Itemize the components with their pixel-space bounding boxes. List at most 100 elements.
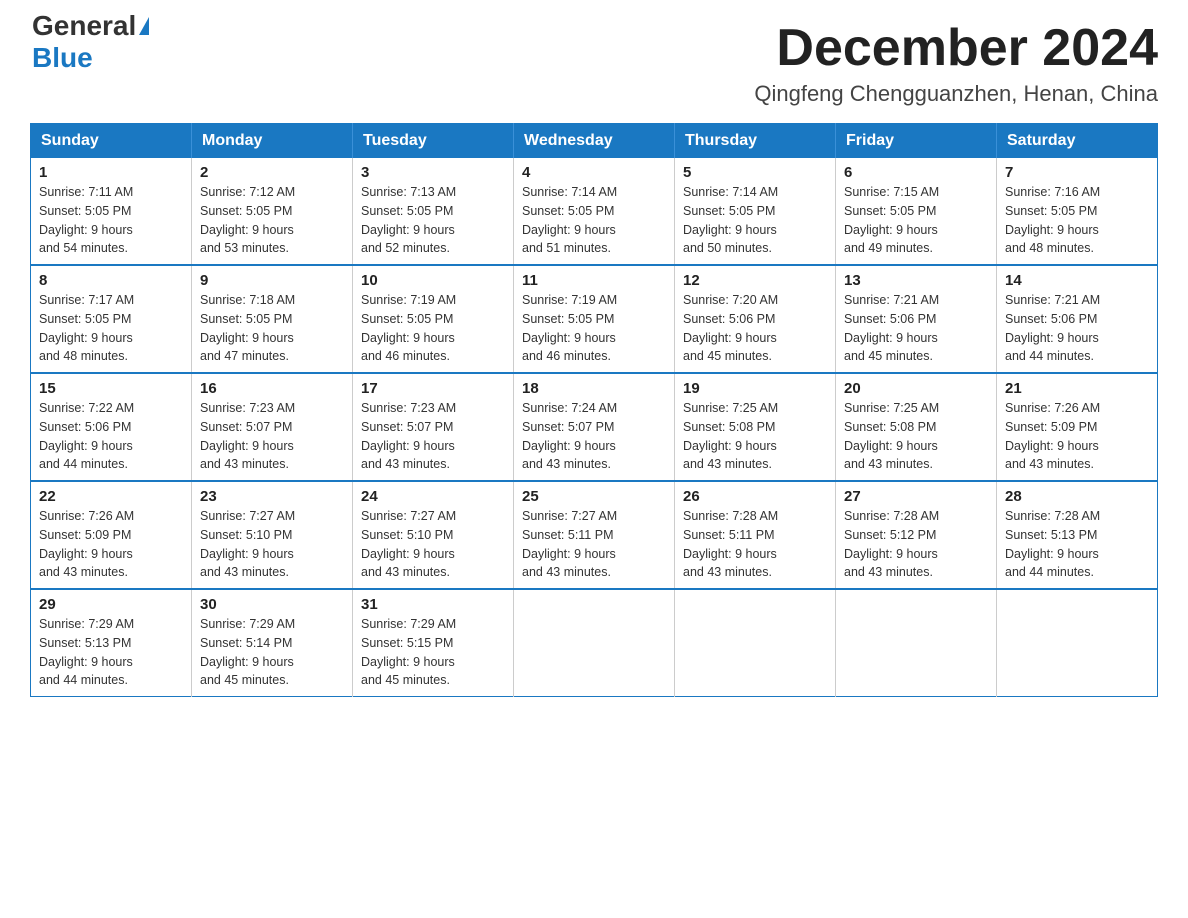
calendar-cell: 12 Sunrise: 7:20 AM Sunset: 5:06 PM Dayl… [675, 265, 836, 373]
day-info: Sunrise: 7:27 AM Sunset: 5:10 PM Dayligh… [361, 507, 505, 582]
day-info: Sunrise: 7:28 AM Sunset: 5:12 PM Dayligh… [844, 507, 988, 582]
calendar-cell: 21 Sunrise: 7:26 AM Sunset: 5:09 PM Dayl… [997, 373, 1158, 481]
calendar-cell: 17 Sunrise: 7:23 AM Sunset: 5:07 PM Dayl… [353, 373, 514, 481]
weekday-header-tuesday: Tuesday [353, 124, 514, 159]
page-header: General General Blue December 2024 Qingf… [30, 20, 1158, 107]
title-area: December 2024 Qingfeng Chengguanzhen, He… [754, 20, 1158, 107]
day-info: Sunrise: 7:23 AM Sunset: 5:07 PM Dayligh… [361, 399, 505, 474]
weekday-header-thursday: Thursday [675, 124, 836, 159]
day-number: 25 [522, 488, 666, 505]
calendar-cell: 23 Sunrise: 7:27 AM Sunset: 5:10 PM Dayl… [192, 481, 353, 589]
day-number: 2 [200, 164, 344, 181]
month-title: December 2024 [754, 20, 1158, 77]
day-number: 20 [844, 380, 988, 397]
day-number: 9 [200, 272, 344, 289]
weekday-header-friday: Friday [836, 124, 997, 159]
day-number: 18 [522, 380, 666, 397]
day-number: 22 [39, 488, 183, 505]
day-info: Sunrise: 7:24 AM Sunset: 5:07 PM Dayligh… [522, 399, 666, 474]
day-info: Sunrise: 7:21 AM Sunset: 5:06 PM Dayligh… [844, 291, 988, 366]
day-number: 8 [39, 272, 183, 289]
calendar-cell: 9 Sunrise: 7:18 AM Sunset: 5:05 PM Dayli… [192, 265, 353, 373]
day-number: 26 [683, 488, 827, 505]
calendar-week-row: 29 Sunrise: 7:29 AM Sunset: 5:13 PM Dayl… [31, 589, 1158, 697]
day-number: 31 [361, 596, 505, 613]
day-number: 12 [683, 272, 827, 289]
calendar-cell: 6 Sunrise: 7:15 AM Sunset: 5:05 PM Dayli… [836, 158, 997, 265]
day-info: Sunrise: 7:22 AM Sunset: 5:06 PM Dayligh… [39, 399, 183, 474]
day-number: 7 [1005, 164, 1149, 181]
day-number: 4 [522, 164, 666, 181]
logo-general-text2: General [32, 10, 136, 42]
logo-area: General General Blue [30, 20, 150, 74]
day-number: 6 [844, 164, 988, 181]
day-number: 11 [522, 272, 666, 289]
day-info: Sunrise: 7:15 AM Sunset: 5:05 PM Dayligh… [844, 183, 988, 258]
calendar-cell: 15 Sunrise: 7:22 AM Sunset: 5:06 PM Dayl… [31, 373, 192, 481]
day-number: 14 [1005, 272, 1149, 289]
weekday-header-saturday: Saturday [997, 124, 1158, 159]
calendar-cell [675, 589, 836, 697]
weekday-header-row: SundayMondayTuesdayWednesdayThursdayFrid… [31, 124, 1158, 159]
calendar-week-row: 8 Sunrise: 7:17 AM Sunset: 5:05 PM Dayli… [31, 265, 1158, 373]
day-number: 23 [200, 488, 344, 505]
calendar-cell: 2 Sunrise: 7:12 AM Sunset: 5:05 PM Dayli… [192, 158, 353, 265]
day-info: Sunrise: 7:14 AM Sunset: 5:05 PM Dayligh… [683, 183, 827, 258]
calendar-cell: 4 Sunrise: 7:14 AM Sunset: 5:05 PM Dayli… [514, 158, 675, 265]
day-number: 30 [200, 596, 344, 613]
day-number: 13 [844, 272, 988, 289]
day-number: 28 [1005, 488, 1149, 505]
calendar-cell: 26 Sunrise: 7:28 AM Sunset: 5:11 PM Dayl… [675, 481, 836, 589]
day-info: Sunrise: 7:21 AM Sunset: 5:06 PM Dayligh… [1005, 291, 1149, 366]
calendar-cell: 14 Sunrise: 7:21 AM Sunset: 5:06 PM Dayl… [997, 265, 1158, 373]
calendar-cell: 20 Sunrise: 7:25 AM Sunset: 5:08 PM Dayl… [836, 373, 997, 481]
day-info: Sunrise: 7:26 AM Sunset: 5:09 PM Dayligh… [1005, 399, 1149, 474]
calendar-cell: 16 Sunrise: 7:23 AM Sunset: 5:07 PM Dayl… [192, 373, 353, 481]
calendar-cell: 5 Sunrise: 7:14 AM Sunset: 5:05 PM Dayli… [675, 158, 836, 265]
day-number: 29 [39, 596, 183, 613]
day-info: Sunrise: 7:18 AM Sunset: 5:05 PM Dayligh… [200, 291, 344, 366]
calendar-cell: 28 Sunrise: 7:28 AM Sunset: 5:13 PM Dayl… [997, 481, 1158, 589]
day-info: Sunrise: 7:19 AM Sunset: 5:05 PM Dayligh… [522, 291, 666, 366]
day-info: Sunrise: 7:14 AM Sunset: 5:05 PM Dayligh… [522, 183, 666, 258]
calendar-table: SundayMondayTuesdayWednesdayThursdayFrid… [30, 123, 1158, 697]
day-info: Sunrise: 7:28 AM Sunset: 5:11 PM Dayligh… [683, 507, 827, 582]
day-info: Sunrise: 7:27 AM Sunset: 5:11 PM Dayligh… [522, 507, 666, 582]
day-info: Sunrise: 7:19 AM Sunset: 5:05 PM Dayligh… [361, 291, 505, 366]
day-info: Sunrise: 7:23 AM Sunset: 5:07 PM Dayligh… [200, 399, 344, 474]
day-info: Sunrise: 7:27 AM Sunset: 5:10 PM Dayligh… [200, 507, 344, 582]
day-number: 5 [683, 164, 827, 181]
calendar-cell: 31 Sunrise: 7:29 AM Sunset: 5:15 PM Dayl… [353, 589, 514, 697]
day-info: Sunrise: 7:25 AM Sunset: 5:08 PM Dayligh… [844, 399, 988, 474]
calendar-cell [997, 589, 1158, 697]
calendar-cell [836, 589, 997, 697]
calendar-cell: 7 Sunrise: 7:16 AM Sunset: 5:05 PM Dayli… [997, 158, 1158, 265]
day-info: Sunrise: 7:25 AM Sunset: 5:08 PM Dayligh… [683, 399, 827, 474]
calendar-week-row: 1 Sunrise: 7:11 AM Sunset: 5:05 PM Dayli… [31, 158, 1158, 265]
location-subtitle: Qingfeng Chengguanzhen, Henan, China [754, 81, 1158, 107]
day-info: Sunrise: 7:29 AM Sunset: 5:13 PM Dayligh… [39, 615, 183, 690]
calendar-cell: 27 Sunrise: 7:28 AM Sunset: 5:12 PM Dayl… [836, 481, 997, 589]
day-info: Sunrise: 7:13 AM Sunset: 5:05 PM Dayligh… [361, 183, 505, 258]
day-number: 10 [361, 272, 505, 289]
calendar-cell: 29 Sunrise: 7:29 AM Sunset: 5:13 PM Dayl… [31, 589, 192, 697]
calendar-cell: 1 Sunrise: 7:11 AM Sunset: 5:05 PM Dayli… [31, 158, 192, 265]
day-number: 27 [844, 488, 988, 505]
day-info: Sunrise: 7:26 AM Sunset: 5:09 PM Dayligh… [39, 507, 183, 582]
calendar-cell: 24 Sunrise: 7:27 AM Sunset: 5:10 PM Dayl… [353, 481, 514, 589]
day-number: 19 [683, 380, 827, 397]
day-info: Sunrise: 7:17 AM Sunset: 5:05 PM Dayligh… [39, 291, 183, 366]
calendar-cell: 3 Sunrise: 7:13 AM Sunset: 5:05 PM Dayli… [353, 158, 514, 265]
calendar-week-row: 15 Sunrise: 7:22 AM Sunset: 5:06 PM Dayl… [31, 373, 1158, 481]
calendar-cell: 22 Sunrise: 7:26 AM Sunset: 5:09 PM Dayl… [31, 481, 192, 589]
day-info: Sunrise: 7:20 AM Sunset: 5:06 PM Dayligh… [683, 291, 827, 366]
weekday-header-wednesday: Wednesday [514, 124, 675, 159]
day-number: 21 [1005, 380, 1149, 397]
logo-arrow-icon [139, 17, 149, 35]
calendar-cell: 18 Sunrise: 7:24 AM Sunset: 5:07 PM Dayl… [514, 373, 675, 481]
day-info: Sunrise: 7:28 AM Sunset: 5:13 PM Dayligh… [1005, 507, 1149, 582]
weekday-header-sunday: Sunday [31, 124, 192, 159]
day-number: 3 [361, 164, 505, 181]
logo-blue-text: Blue [32, 42, 93, 73]
day-info: Sunrise: 7:12 AM Sunset: 5:05 PM Dayligh… [200, 183, 344, 258]
